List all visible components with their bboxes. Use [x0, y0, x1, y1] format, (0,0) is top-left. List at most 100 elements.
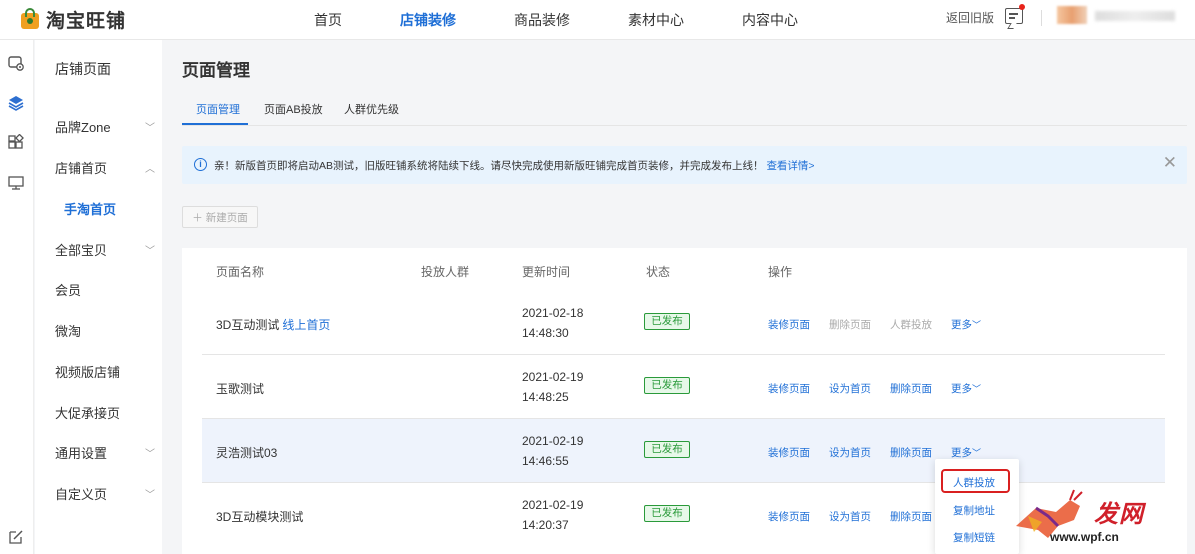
sidebar-item-label: 全部宝贝	[55, 243, 108, 258]
page-name: 玉歌测试	[216, 382, 265, 396]
delete-page-link[interactable]: 删除页面	[890, 509, 932, 524]
layers-icon[interactable]	[7, 94, 25, 112]
status-badge: 已发布	[644, 313, 690, 330]
chevron-down-icon: ﹀	[145, 123, 155, 134]
chevron-down-icon: ﹀	[972, 448, 982, 458]
sidebar-item-label: 自定义页	[55, 487, 108, 502]
new-page-button-label: 新建页面	[205, 211, 248, 224]
sidebar-item-label: 品牌Zone	[55, 120, 111, 135]
nav-item-material-center[interactable]: 素材中心	[628, 10, 684, 30]
sidebar-item-label: 视频版店铺	[55, 365, 121, 380]
delete-page-link[interactable]: 删除页面	[890, 445, 932, 460]
set-as-homepage-link[interactable]: 设为首页	[829, 509, 871, 524]
sidebar-item-label: 大促承接页	[55, 406, 121, 421]
tab-page-ab-delivery[interactable]: 页面AB投放	[264, 101, 323, 117]
menu-item-copy-url[interactable]: 复制地址	[953, 503, 995, 518]
page-name: 3D互动测试	[216, 318, 280, 332]
status-badge: 已发布	[644, 505, 690, 522]
page-name-cell: 灵浩测试03	[216, 444, 277, 461]
avatar[interactable]	[1057, 6, 1087, 24]
nav-item-content-center[interactable]: 内容中心	[742, 10, 798, 30]
sidebar-item-label: 微淘	[55, 324, 82, 339]
notice-details-link[interactable]: 查看详情>	[766, 160, 814, 172]
chevron-up-icon: ︿	[145, 164, 155, 175]
column-header-page-name: 页面名称	[216, 265, 265, 279]
table-row: 3D互动测试 线上首页 2021-02-18 14:48:30 已发布 装修页面 …	[202, 291, 1165, 355]
table-row: 灵浩测试03 2021-02-19 14:46:55 已发布 装修页面 设为首页…	[202, 419, 1165, 483]
online-homepage-tag[interactable]: 线上首页	[282, 318, 330, 332]
sidebar-item-members[interactable]: 会员	[55, 280, 155, 299]
active-tab-indicator	[182, 123, 248, 125]
edit-icon[interactable]	[7, 528, 25, 546]
watermark: 发网 www.wpf.cn	[1008, 486, 1195, 554]
column-header-audience: 投放人群	[421, 265, 470, 279]
sidebar-item-promo-landing[interactable]: 大促承接页	[55, 403, 155, 422]
page-name-cell: 3D互动测试 线上首页	[216, 316, 330, 333]
sidebar-item-mobile-home[interactable]: 手淘首页	[64, 199, 164, 218]
watermark-text: 发网	[1094, 501, 1144, 528]
chevron-down-icon: ﹀	[972, 384, 982, 394]
sidebar-item-general-settings[interactable]: 通用设置 ﹀	[55, 443, 155, 462]
page-name: 灵浩测试03	[216, 446, 278, 460]
nav-item-product-decoration[interactable]: 商品装修	[514, 10, 570, 30]
status-badge: 已发布	[644, 377, 690, 394]
message-icon[interactable]	[1005, 8, 1023, 24]
chevron-down-icon: ﹀	[972, 320, 982, 330]
top-bar: 淘宝旺铺 首页 店铺装修 商品装修 素材中心 内容中心 返回旧版	[0, 0, 1195, 40]
username-blurred[interactable]	[1095, 11, 1175, 21]
store-settings-icon[interactable]	[7, 54, 25, 72]
more-menu-button[interactable]: 更多﹀	[951, 381, 981, 396]
widgets-icon[interactable]	[7, 134, 25, 152]
update-date: 2021-02-19	[522, 434, 584, 448]
update-time-cell: 2021-02-18 14:48:30	[522, 303, 583, 343]
sidebar-item-shop-home[interactable]: 店铺首页 ︿	[55, 158, 155, 177]
nav-item-shop-decoration[interactable]: 店铺装修	[400, 10, 456, 30]
more-menu-button[interactable]: 更多﹀	[951, 317, 981, 332]
tab-audience-priority[interactable]: 人群优先级	[344, 101, 399, 117]
new-page-button[interactable]: ＋ 新建页面	[182, 206, 258, 228]
logo[interactable]: 淘宝旺铺	[20, 6, 126, 32]
tab-page-management[interactable]: 页面管理	[196, 101, 240, 117]
set-as-homepage-link[interactable]: 设为首页	[829, 381, 871, 396]
sidebar-item-all-items[interactable]: 全部宝贝 ﹀	[55, 240, 155, 259]
sidebar-item-weitao[interactable]: 微淘	[55, 321, 155, 340]
nav-item-home[interactable]: 首页	[314, 10, 342, 30]
tab-bar: 页面管理 页面AB投放 人群优先级	[182, 96, 1187, 126]
back-to-old-version-link[interactable]: 返回旧版	[946, 9, 994, 26]
more-label: 更多	[951, 319, 972, 331]
notification-dot	[1019, 4, 1025, 10]
page-name-cell: 3D互动模块测试	[216, 508, 303, 525]
notice-text: 亲！新版首页即将启动AB测试，旧版旺铺系统将陆续下线。请尽快完成使用新版旺铺完成…	[214, 158, 815, 173]
sidebar: 店铺页面 品牌Zone ﹀ 店铺首页 ︿ 手淘首页 全部宝贝 ﹀ 会员 微淘 视…	[35, 40, 162, 554]
more-menu-button[interactable]: 更多﹀	[951, 445, 981, 460]
delete-page-link[interactable]: 删除页面	[890, 381, 932, 396]
menu-item-audience-delivery[interactable]: 人群投放	[953, 475, 995, 490]
watermark-url: www.wpf.cn	[1050, 530, 1119, 544]
update-time: 14:48:30	[522, 326, 569, 340]
decorate-page-link[interactable]: 装修页面	[768, 317, 810, 332]
close-icon[interactable]: ✕	[1163, 153, 1177, 173]
chevron-down-icon: ﹀	[145, 490, 155, 501]
decorate-page-link[interactable]: 装修页面	[768, 509, 810, 524]
more-dropdown-menu: 人群投放 复制地址 复制短链	[935, 459, 1019, 554]
column-header-update-time: 更新时间	[522, 265, 571, 279]
sidebar-item-brand-zone[interactable]: 品牌Zone ﹀	[55, 117, 155, 136]
sidebar-item-video-shop[interactable]: 视频版店铺	[55, 362, 155, 381]
update-time-cell: 2021-02-19 14:20:37	[522, 495, 583, 535]
decorate-page-link[interactable]: 装修页面	[768, 381, 810, 396]
update-date: 2021-02-19	[522, 370, 584, 384]
notice-banner: i 亲！新版首页即将启动AB测试，旧版旺铺系统将陆续下线。请尽快完成使用新版旺铺…	[182, 146, 1187, 184]
monitor-icon[interactable]	[7, 174, 25, 192]
menu-item-copy-short-link[interactable]: 复制短链	[953, 530, 995, 545]
set-as-homepage-link[interactable]: 设为首页	[829, 445, 871, 460]
sidebar-item-custom-page[interactable]: 自定义页 ﹀	[55, 484, 155, 503]
delete-page-link: 删除页面	[829, 319, 871, 331]
taobao-bag-icon	[20, 8, 40, 30]
page-name: 3D互动模块测试	[216, 510, 304, 524]
update-time-cell: 2021-02-19 14:48:25	[522, 367, 583, 407]
page-title: 页面管理	[182, 61, 250, 80]
chevron-down-icon: ﹀	[145, 246, 155, 257]
decorate-page-link[interactable]: 装修页面	[768, 445, 810, 460]
brand-name: 淘宝旺铺	[46, 10, 127, 32]
update-time: 14:48:25	[522, 390, 569, 404]
